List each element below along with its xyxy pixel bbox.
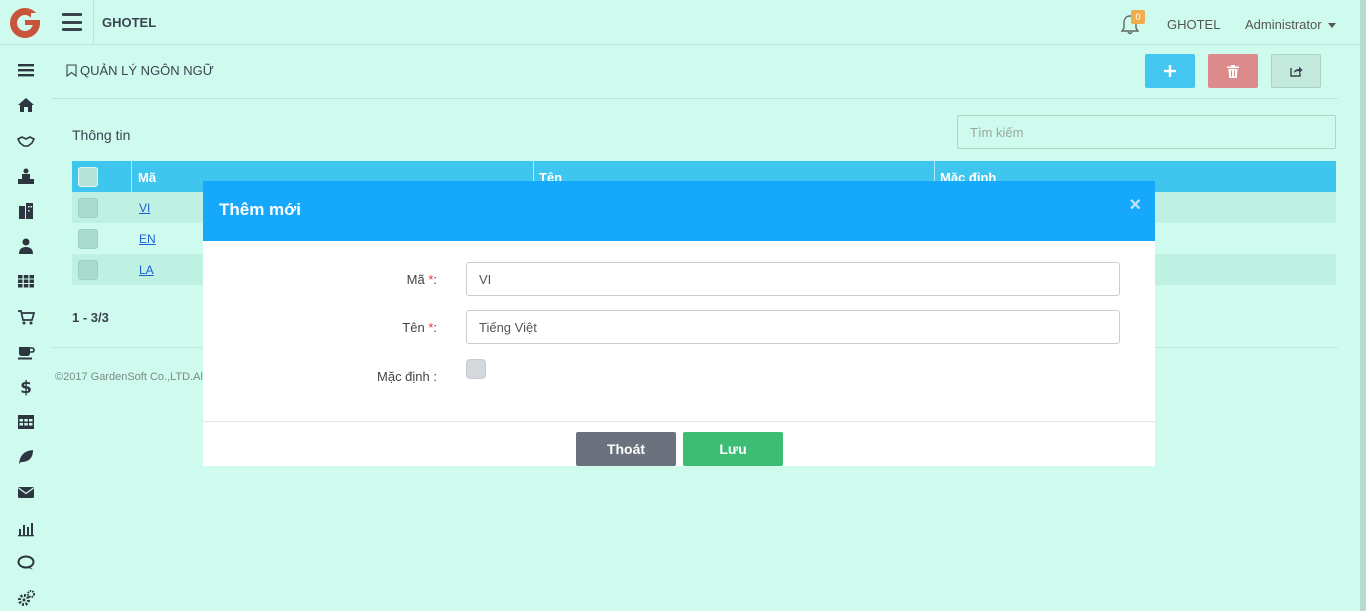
label-colon: : [433,320,437,335]
add-language-dialog: Thêm mới × Mã *: Tên *: Mặc định : Thoát… [203,181,1155,466]
user-name-label: Administrator [1245,17,1322,32]
chevron-down-icon [1327,23,1336,29]
brand-name: GHOTEL [102,15,157,30]
svg-text:$: $ [20,378,32,396]
code-field-row: Mã *: [203,262,1155,296]
search-input[interactable] [957,115,1336,149]
handshake-icon[interactable] [17,132,35,150]
chart-icon[interactable] [17,519,35,537]
row-checkbox[interactable] [78,229,98,249]
dollar-icon[interactable]: $ [17,378,35,396]
select-all-checkbox[interactable] [78,167,98,187]
column-header-code[interactable]: Mã [138,170,156,185]
language-code-link[interactable]: EN [139,232,156,246]
plus-icon [1164,65,1176,77]
row-checkbox[interactable] [78,260,98,280]
page-title: QUẢN LÝ NGÔN NGỮ [66,63,214,78]
trash-icon [1227,64,1239,78]
name-input[interactable] [466,310,1120,344]
notification-count-badge: 0 [1131,10,1145,24]
menu-icon[interactable] [17,61,35,79]
building-icon[interactable] [17,202,35,220]
header-divider [52,98,1338,99]
section-label: Thông tin [72,127,131,143]
delete-button[interactable] [1208,54,1258,88]
coffee-icon[interactable] [17,343,35,361]
cart-icon[interactable] [17,308,35,326]
default-checkbox[interactable] [466,359,486,379]
save-button[interactable]: Lưu [683,432,783,466]
name-label-text: Tên [402,320,425,335]
table-icon[interactable] [17,413,35,431]
reception-icon[interactable] [17,167,35,185]
page-title-text: QUẢN LÝ NGÔN NGỮ [80,63,214,78]
add-new-button[interactable] [1145,54,1195,88]
user-menu-dropdown[interactable]: Administrator [1245,17,1336,32]
copyright-text: ©2017 GardenSoft Co.,LTD.All [55,371,206,383]
code-field-label: Mã *: [407,272,437,287]
users-icon[interactable] [17,237,35,255]
brand-divider [93,0,94,45]
language-code-link[interactable]: VI [139,201,150,215]
pagination-summary: 1 - 3/3 [72,310,109,325]
language-code-link[interactable]: LA [139,263,154,277]
name-field-label: Tên *: [402,320,437,335]
mail-icon[interactable] [17,483,35,501]
toggle-menu-button[interactable] [62,13,82,31]
exit-button[interactable]: Thoát [576,432,676,466]
gardensoft-logo-icon[interactable] [9,7,41,39]
default-field-row: Mặc định : [203,359,1155,393]
home-icon[interactable] [17,96,35,114]
close-icon[interactable]: × [1129,195,1141,215]
chat-icon[interactable] [17,554,35,572]
gears-icon[interactable] [17,589,35,607]
top-bar: GHOTEL 0 GHOTEL Administrator [0,0,1366,45]
sidebar: $ [0,52,50,611]
row-checkbox[interactable] [78,198,98,218]
bookmark-icon [66,64,77,77]
dialog-header: Thêm mới × [203,181,1155,241]
code-label-text: Mã [406,272,425,287]
label-colon: : [433,272,437,287]
leaf-icon[interactable] [17,448,35,466]
dialog-footer-divider [203,421,1155,422]
name-field-row: Tên *: [203,310,1155,344]
dialog-title: Thêm mới [219,200,301,219]
code-input[interactable] [466,262,1120,296]
share-icon [1289,66,1302,77]
default-field-label: Mặc định : [377,369,437,384]
grid-icon[interactable] [17,272,35,290]
hotel-menu-link[interactable]: GHOTEL [1167,17,1220,32]
column-divider [131,161,132,192]
page-scrollbar[interactable] [1360,0,1366,611]
export-button[interactable] [1271,54,1321,88]
